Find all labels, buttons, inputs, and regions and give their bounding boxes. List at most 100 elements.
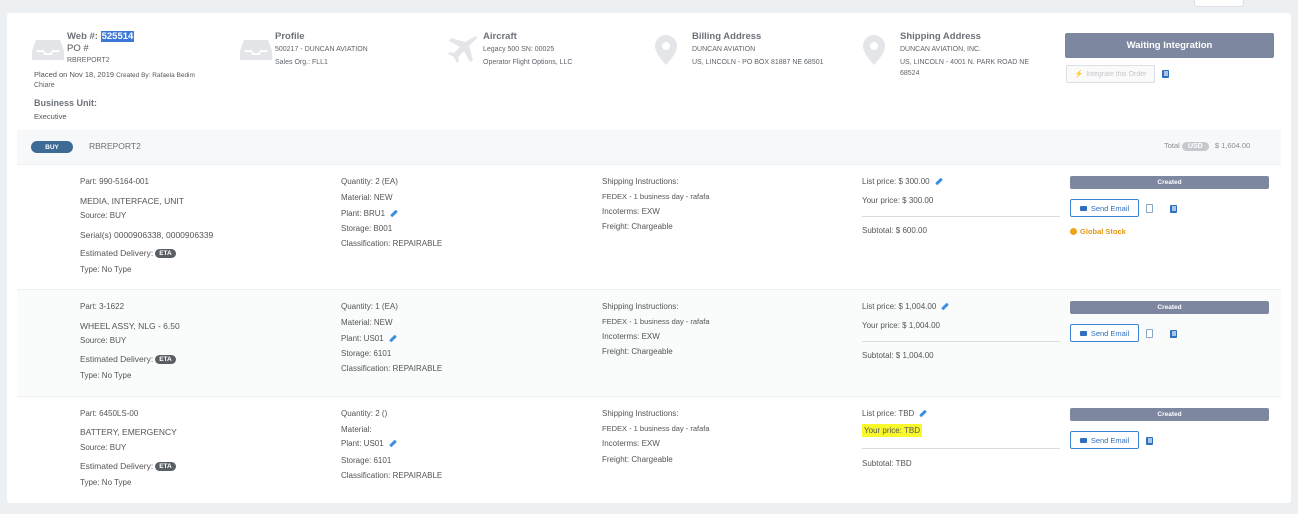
incoterms: Incoterms: EXW [602, 332, 660, 341]
list-price: List price: $ 1,004.00 [862, 302, 937, 311]
subtotal: Subtotal: $ 1,004.00 [862, 351, 934, 360]
incoterms: Incoterms: EXW [602, 207, 660, 216]
estimated-delivery-label: Estimated Delivery: [80, 461, 154, 471]
subtotal: Subtotal: $ 600.00 [862, 226, 927, 235]
plant: Plant: US01 [341, 439, 384, 448]
material: Material: NEW [341, 193, 393, 202]
order-bar: BUY RBREPORT2 Total USD $ 1,604.00 [17, 130, 1281, 164]
your-price-highlighted: Your price: TBD [862, 424, 923, 437]
eta-badge: ETA [155, 355, 176, 365]
bolt-icon: ⚡ [1074, 71, 1084, 78]
edit-plant-icon[interactable] [388, 335, 397, 343]
freight: Freight: Chargeable [602, 347, 673, 356]
document-icon[interactable] [1146, 329, 1153, 338]
send-email-button[interactable]: Send Email [1070, 431, 1139, 449]
send-email-label: Send Email [1090, 328, 1130, 338]
order-name: RBREPORT2 [89, 141, 141, 151]
integrate-order-label: Integrate this Order [1086, 70, 1147, 78]
shipping-instructions-value: FEDEX - 1 business day - rafafa [602, 317, 710, 326]
edit-plant-icon[interactable] [390, 210, 398, 218]
quantity: Quantity: 1 (EA) [341, 302, 398, 311]
part-description: BATTERY, EMERGENCY [80, 427, 177, 437]
your-price: Your price: $ 300.00 [862, 196, 934, 205]
send-email-button[interactable]: Send Email [1070, 199, 1139, 217]
classification: Classification: REPAIRABLE [341, 471, 443, 480]
business-unit-value: Executive [34, 112, 67, 121]
created-by: Created By: Rafaela Bedim [116, 72, 195, 79]
shipping-line1: DUNCAN AVIATION, INC. [900, 46, 982, 53]
part-type: Type: No Type [80, 478, 132, 487]
edit-price-icon[interactable] [919, 410, 928, 418]
total-value: $ 1,604.00 [1214, 141, 1251, 150]
book-icon[interactable] [1170, 330, 1177, 338]
global-stock-link[interactable]: Global Stock [1070, 227, 1126, 236]
top-action-button[interactable] [1194, 0, 1244, 7]
material: Material: [341, 425, 372, 434]
classification: Classification: REPAIRABLE [341, 239, 443, 248]
profile-title: Profile [275, 31, 305, 42]
billing-location-icon [655, 35, 677, 65]
document-icon[interactable] [1146, 204, 1153, 213]
status-badge: Created [1070, 408, 1269, 421]
part-number: Part: 990-5164-001 [80, 177, 149, 186]
part-source: Source: BUY [80, 443, 127, 452]
storage: Storage: B001 [341, 224, 393, 233]
aircraft-line1: Legacy 500 SN: 00025 [483, 46, 555, 53]
estimated-delivery-label: Estimated Delivery: [80, 354, 154, 364]
plant: Plant: BRU1 [341, 209, 386, 218]
web-number[interactable]: 525514 [100, 31, 135, 42]
globe-icon [1070, 228, 1077, 235]
edit-price-icon[interactable] [941, 303, 950, 311]
book-icon[interactable] [1146, 437, 1153, 445]
part-type: Type: No Type [80, 371, 132, 380]
business-unit-label: Business Unit: [34, 98, 98, 108]
eta-badge: ETA [155, 462, 176, 472]
shipping-line2: US, LINCOLN - 4001 N. PARK ROAD NE [900, 59, 1030, 66]
serial-numbers: Serial(s) 0000906338, 0000906339 [80, 230, 214, 240]
part-source: Source: BUY [80, 336, 127, 345]
waiting-integration-button[interactable]: Waiting Integration [1065, 33, 1274, 58]
book-icon[interactable] [1170, 205, 1177, 213]
profile-line2: Sales Org.: FLL1 [275, 59, 328, 66]
shipping-location-icon [863, 35, 885, 65]
part-source: Source: BUY [80, 211, 127, 220]
line-item-row: Part: 6450LS-00 BATTERY, EMERGENCY Sourc… [17, 396, 1281, 500]
storage: Storage: 6101 [341, 349, 392, 358]
price-divider [862, 216, 1060, 217]
order-card: Web #: 525514 PO # RBREPORT2 Placed on N… [7, 13, 1291, 503]
shipping-instructions-label: Shipping Instructions: [602, 302, 679, 311]
profile-line1: 500217 - DUNCAN AVIATION [275, 46, 368, 53]
status-badge: Created [1070, 176, 1269, 189]
estimated-delivery-label: Estimated Delivery: [80, 248, 154, 258]
part-description: WHEEL ASSY, NLG - 6.50 [80, 321, 180, 331]
incoterms: Incoterms: EXW [602, 439, 660, 448]
shipping-instructions-value: FEDEX - 1 business day - rafafa [602, 424, 710, 433]
list-price: List price: TBD [862, 409, 915, 418]
placed-on: Placed on Nov 18, 2019 [34, 70, 115, 79]
list-price: List price: $ 300.00 [862, 177, 930, 186]
edit-plant-icon[interactable] [388, 440, 397, 448]
line-item-row: Part: 990-5164-001 MEDIA, INTERFACE, UNI… [17, 164, 1281, 289]
freight: Freight: Chargeable [602, 455, 673, 464]
plant: Plant: US01 [341, 334, 384, 343]
edit-price-icon[interactable] [934, 178, 943, 186]
part-number: Part: 3-1622 [80, 302, 125, 311]
send-email-button[interactable]: Send Email [1070, 324, 1139, 342]
part-type: Type: No Type [80, 265, 132, 274]
billing-line1: DUNCAN AVIATION [692, 46, 756, 53]
book-icon[interactable] [1162, 70, 1169, 78]
currency-badge: USD [1181, 142, 1209, 151]
envelope-icon [1079, 330, 1087, 336]
buy-badge: BUY [31, 141, 73, 153]
created-by-cont: Chiare [34, 82, 55, 89]
subtotal: Subtotal: TBD [862, 459, 912, 468]
profile-inbox-icon [240, 40, 272, 60]
shipping-title: Shipping Address [900, 31, 981, 42]
integrate-order-button[interactable]: ⚡ Integrate this Order [1066, 65, 1155, 83]
total-label: Total [1164, 141, 1180, 150]
part-number: Part: 6450LS-00 [80, 409, 139, 418]
eta-badge: ETA [155, 249, 176, 259]
freight: Freight: Chargeable [602, 222, 673, 231]
price-divider [862, 341, 1060, 342]
inbox-icon [32, 40, 64, 60]
